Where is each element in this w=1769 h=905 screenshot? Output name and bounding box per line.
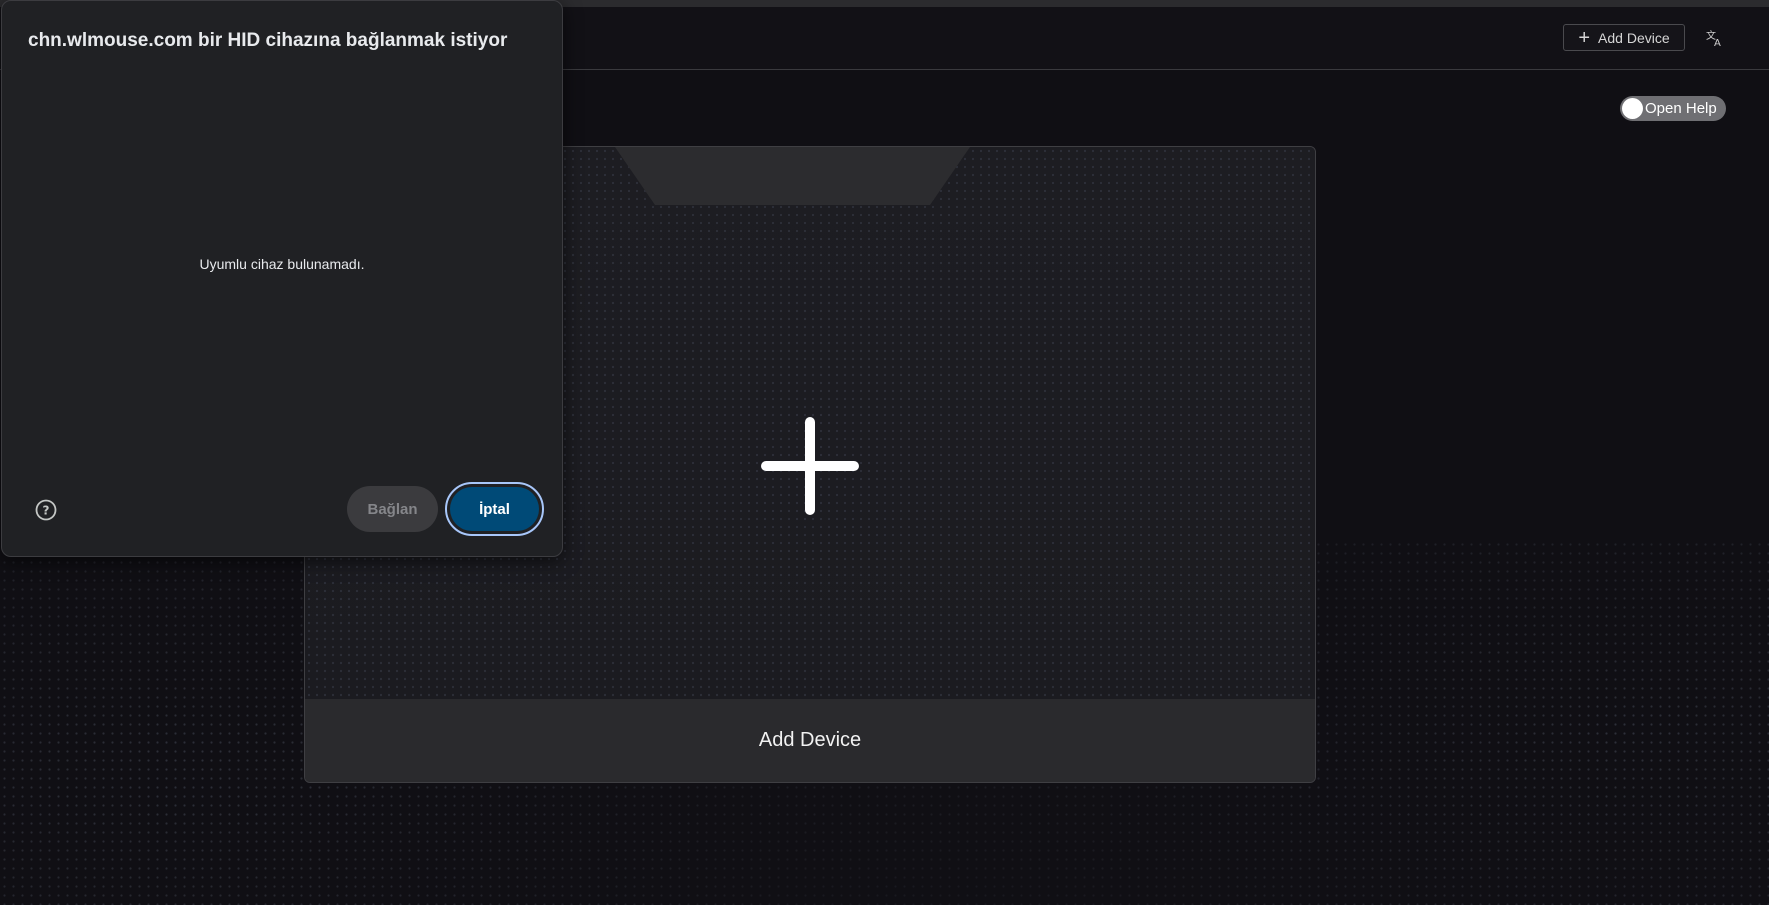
open-help-toggle[interactable]: Open Help bbox=[1620, 96, 1726, 121]
svg-text:?: ? bbox=[43, 504, 50, 518]
plus-icon bbox=[761, 417, 859, 515]
add-device-card-label: Add Device bbox=[305, 699, 1315, 782]
translate-icon[interactable]: 文 A bbox=[1704, 27, 1726, 49]
no-devices-message: Uyumlu cihaz bulunamadı. bbox=[199, 256, 365, 272]
connect-button[interactable]: Bağlan bbox=[347, 486, 438, 532]
add-device-label: Add Device bbox=[1598, 29, 1670, 46]
plus-icon: + bbox=[1578, 26, 1591, 49]
toggle-knob bbox=[1622, 98, 1643, 119]
cancel-button-label: İptal bbox=[450, 487, 539, 531]
card-notch bbox=[615, 147, 970, 205]
app-window: + Add Device 文 A Open Help Add Device ch… bbox=[0, 0, 1769, 905]
open-help-label: Open Help bbox=[1645, 100, 1717, 117]
dialog-title: chn.wlmouse.com bir HID cihazına bağlanm… bbox=[28, 30, 508, 51]
svg-text:A: A bbox=[1714, 38, 1721, 49]
add-device-button[interactable]: + Add Device bbox=[1563, 24, 1685, 51]
cancel-button[interactable]: İptal bbox=[445, 482, 544, 536]
help-circle-icon[interactable]: ? bbox=[35, 499, 57, 521]
hid-permission-dialog: chn.wlmouse.com bir HID cihazına bağlanm… bbox=[1, 0, 563, 557]
